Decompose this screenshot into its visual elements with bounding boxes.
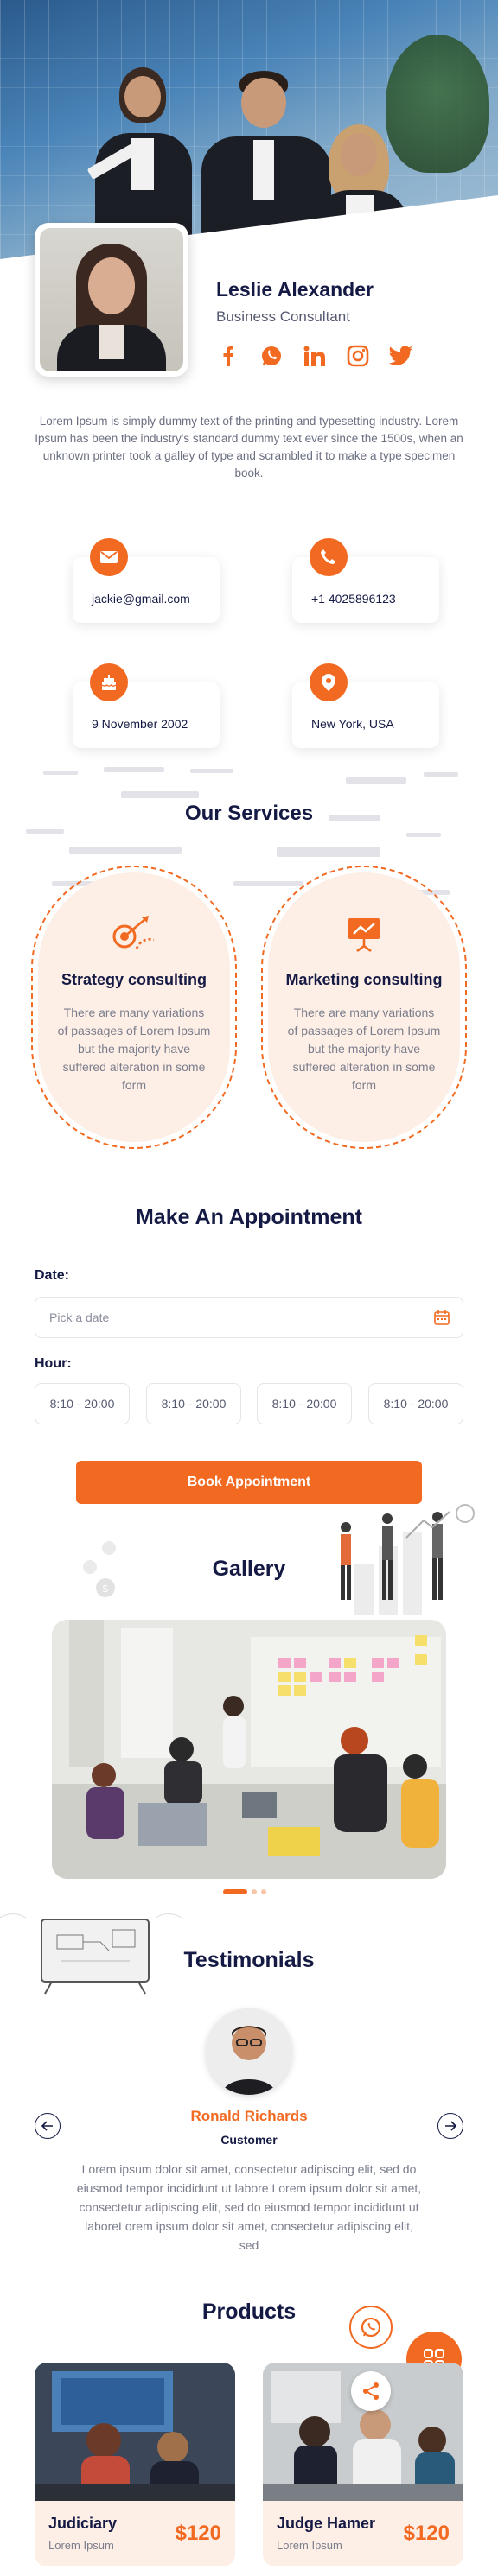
gallery-dot[interactable] [223,1889,247,1894]
phone-icon [310,538,348,576]
location-pin-icon [310,663,348,701]
product-subtitle: Lorem Ipsum [277,2539,342,2552]
gallery-dot[interactable] [261,1889,266,1894]
profile-name: Leslie Alexander [216,278,374,301]
hero-banner [0,0,498,259]
date-placeholder: Pick a date [49,1310,110,1324]
services-title: Our Services [184,802,314,825]
birthday-card: 9 November 2002 [73,663,220,748]
service-title: Strategy consulting [61,971,208,988]
mail-icon [90,538,128,576]
product-card[interactable]: Judge Hamer Lorem Ipsum $120 [263,2363,463,2566]
testimonial-quote: Lorem ipsum dolor sit amet, consectetur … [76,2162,422,2252]
email-card[interactable]: jackie@gmail.com [73,538,220,623]
product-name: Judiciary [48,2515,118,2532]
testimonial-role: Customer [220,2133,278,2147]
product-card[interactable]: Judiciary Lorem Ipsum $120 [35,2363,235,2566]
hour-label: Hour: [35,1356,72,1371]
hour-slot[interactable]: 8:10 - 20:00 [257,1383,352,1424]
hour-slot[interactable]: 8:10 - 20:00 [35,1383,130,1424]
calendar-icon[interactable] [433,1309,450,1330]
testimonials-title: Testimonials [183,1948,315,1972]
testimonial-avatar [206,2008,292,2095]
whatsapp-float-button[interactable] [349,2306,393,2349]
share-button[interactable] [351,2371,391,2411]
location-card: New York, USA [292,663,439,748]
product-subtitle: Lorem Ipsum [48,2539,114,2552]
service-description: There are many variations of passages of… [57,1006,211,1092]
strategy-icon [111,914,157,954]
service-description: There are many variations of passages of… [287,1006,441,1092]
instagram-icon[interactable] [346,344,370,368]
hour-slot[interactable]: 8:10 - 20:00 [146,1383,241,1424]
service-card-strategy[interactable]: Strategy consulting There are many varia… [31,866,237,1149]
gallery-pagination [223,1889,266,1894]
gallery-dot[interactable] [252,1889,257,1894]
profile-bio: Lorem Ipsum is simply dummy text of the … [35,415,463,479]
service-title: Marketing consulting [285,971,443,988]
gallery-image[interactable] [52,1620,446,1879]
phone-value: +1 4025896123 [311,592,396,606]
whatsapp-icon [361,2317,381,2338]
twitter-icon[interactable] [389,344,413,368]
products-title: Products [201,2300,297,2324]
product-name: Judge Hamer [277,2515,376,2532]
whatsapp-icon[interactable] [259,344,284,368]
share-icon [363,2382,379,2400]
location-value: New York, USA [311,717,394,731]
cake-icon [90,663,128,701]
product-image [35,2363,235,2501]
date-label: Date: [35,1268,70,1283]
linkedin-icon[interactable] [303,344,327,368]
svg-text:$: $ [102,1583,109,1595]
birthday-value: 9 November 2002 [92,717,188,731]
presentation-board-icon [341,914,387,954]
gallery-title: Gallery [212,1557,286,1581]
facebook-icon[interactable] [216,344,240,368]
profile-photo [35,223,188,377]
hour-slot[interactable]: 8:10 - 20:00 [368,1383,463,1424]
social-links [216,344,413,368]
appointment-title: Make An Appointment [135,1205,363,1229]
email-value: jackie@gmail.com [92,592,190,606]
phone-card[interactable]: +1 4025896123 [292,538,439,623]
date-picker-input[interactable]: Pick a date [35,1297,463,1338]
product-price: $120 [175,2522,221,2545]
testimonial-name: Ronald Richards [190,2108,308,2124]
product-price: $120 [403,2522,450,2545]
book-appointment-button[interactable]: Book Appointment [76,1461,422,1504]
profile-role: Business Consultant [216,308,350,325]
service-card-marketing[interactable]: Marketing consulting There are many vari… [261,866,467,1149]
